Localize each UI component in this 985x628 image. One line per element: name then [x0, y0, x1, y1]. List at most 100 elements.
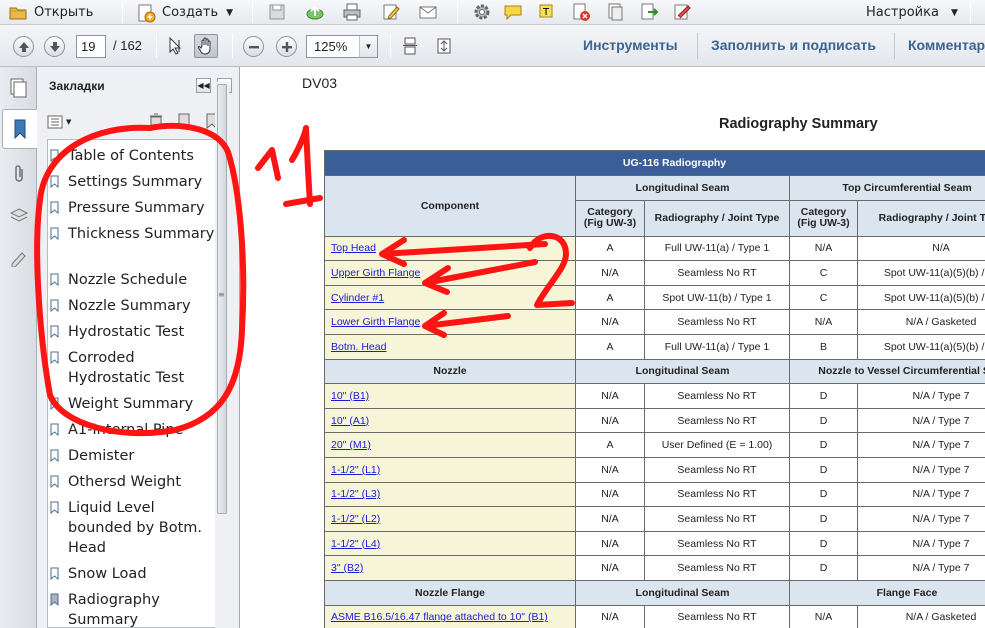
zoom-select[interactable]: 125% ▼	[306, 35, 378, 58]
bookmark-item[interactable]: Hydrostatic Test	[50, 322, 218, 342]
component-link[interactable]: 1-1/2" (L3)	[331, 488, 380, 500]
bookmark-item[interactable]: Settings Summary	[50, 172, 218, 192]
bookmark-item[interactable]: Liquid Level bounded by Botm. Head	[50, 498, 218, 558]
trash-icon	[150, 113, 162, 129]
bookmark-icon	[50, 448, 59, 463]
table-row: ASME B16.5/16.47 flange attached to 10" …	[324, 604, 985, 628]
customize-button[interactable]: Настройка ▼	[866, 2, 958, 23]
bookmark-label: Snow Load	[68, 566, 147, 582]
sign-document-icon[interactable]	[672, 2, 692, 22]
bookmark-item[interactable]: A1-Internal Pipe	[50, 420, 218, 440]
component-link[interactable]: 20" (M1)	[331, 439, 371, 451]
bookmark-item[interactable]: Pressure Summary	[50, 198, 218, 218]
select-tool-button[interactable]	[163, 34, 187, 58]
bookmark-item[interactable]: Nozzle Summary	[50, 296, 218, 316]
bookmark-item[interactable]: Snow Load	[50, 564, 218, 584]
category-cell: N/A	[575, 309, 645, 335]
edit-icon[interactable]	[381, 2, 401, 22]
bookmark-item[interactable]: Othersd Weight	[50, 472, 218, 492]
create-button[interactable]: Создать ▼	[136, 2, 233, 23]
next-page-button[interactable]	[44, 36, 65, 57]
new-bookmark-button[interactable]	[177, 113, 191, 133]
delete-bookmark-button[interactable]	[149, 113, 163, 133]
hand-tool-button[interactable]	[194, 34, 218, 58]
rt-cell: Spot UW-11(a)(5)(b) / Ty	[857, 260, 985, 286]
bookmark-label: Radiography Summary	[68, 592, 160, 628]
pages-icon	[10, 78, 27, 98]
rt-cell: Full UW-11(a) / Type 1	[644, 235, 790, 262]
open-button[interactable]: Открыть	[8, 2, 93, 23]
category-cell: D	[789, 530, 858, 557]
folder-icon	[8, 3, 28, 23]
bookmark-item[interactable]: Demister	[50, 446, 218, 466]
fit-page-button[interactable]	[432, 34, 456, 58]
page-thumbnails-button[interactable]	[8, 77, 30, 99]
component-link[interactable]: Upper Girth Flange	[331, 267, 420, 279]
save-icon[interactable]	[267, 2, 287, 22]
comment-pane-link[interactable]: Комментар	[908, 37, 985, 53]
component-link[interactable]: Top Head	[331, 242, 376, 254]
signatures-button[interactable]	[8, 247, 30, 269]
zoom-out-button[interactable]	[243, 36, 264, 57]
component-link[interactable]: 1-1/2" (L2)	[331, 513, 380, 525]
rt-cell: Seamless No RT	[644, 456, 790, 483]
extract-page-icon[interactable]	[639, 2, 659, 22]
bookmark-item[interactable]: Corroded Hydrostatic Test	[50, 348, 218, 388]
page-number-input[interactable]: 19	[76, 35, 106, 58]
new-bookmark-icon	[178, 113, 190, 130]
print-icon[interactable]	[342, 2, 362, 22]
component-link[interactable]: 10" (B1)	[331, 390, 369, 402]
component-link[interactable]: 1-1/2" (L4)	[331, 538, 380, 550]
layers-button[interactable]	[8, 205, 30, 227]
scroll-mode-button[interactable]	[398, 34, 422, 58]
tools-pane-link[interactable]: Инструменты	[583, 37, 678, 53]
list-options-icon	[47, 115, 63, 129]
layers-icon	[9, 208, 29, 222]
chevron-down-icon[interactable]: ▼	[359, 36, 377, 57]
component-link[interactable]: Botm. Head	[331, 341, 386, 353]
zoom-in-button[interactable]	[276, 36, 297, 57]
bookmark-item[interactable]: Weight Summary	[50, 394, 218, 414]
rt-cell: Seamless No RT	[644, 407, 790, 434]
attachments-button[interactable]	[8, 163, 30, 185]
component-link[interactable]: Cylinder #1	[331, 292, 384, 304]
bookmark-item[interactable]: Table of Contents	[50, 146, 218, 166]
category-cell: D	[789, 383, 858, 409]
component-link[interactable]: 1-1/2" (L1)	[331, 464, 380, 476]
gear-icon[interactable]	[472, 2, 492, 22]
delete-page-icon[interactable]	[571, 2, 591, 22]
bookmarks-scrollbar[interactable]: ≡	[215, 82, 229, 628]
table-row: Lower Girth Flange N/A Seamless No RT N/A N/…	[324, 309, 985, 335]
rt-cell: Full UW-11(a) / Type 1	[644, 333, 790, 360]
table-row: Top Head A Full UW-11(a) / Type 1 N/A N/A	[324, 235, 985, 262]
create-label: Создать	[162, 5, 219, 20]
bookmark-icon	[50, 226, 59, 241]
component-link[interactable]: ASME B16.5/16.47 flange attached to 10" …	[331, 611, 548, 623]
bookmark-item[interactable]: Thickness Summary	[50, 224, 218, 244]
component-link[interactable]: Lower Girth Flange	[331, 316, 420, 328]
previous-page-button[interactable]	[13, 36, 34, 57]
bookmarks-button[interactable]	[2, 109, 37, 149]
options-menu-button[interactable]: ▼	[47, 114, 73, 130]
text-highlight-icon[interactable]: T	[537, 2, 557, 22]
bookmark-item[interactable]: Nozzle Schedule	[50, 270, 218, 290]
comment-icon[interactable]	[503, 2, 523, 22]
bookmark-item[interactable]: Radiography Summary	[50, 590, 218, 628]
component-link[interactable]: 3" (B2)	[331, 562, 363, 574]
rt-cell: Seamless No RT	[644, 506, 790, 532]
rt-cell: N/A	[857, 235, 985, 262]
scrollbar-thumb[interactable]	[217, 84, 227, 514]
collapse-panel-button[interactable]: ◀◀	[196, 78, 211, 93]
component-link[interactable]: 10" (A1)	[331, 415, 369, 427]
rt-joint-header: Radiography / Joint Type	[857, 199, 985, 237]
email-icon[interactable]	[418, 2, 438, 22]
arrow-down-icon	[49, 41, 60, 52]
fill-sign-pane-link[interactable]: Заполнить и подписать	[711, 37, 876, 53]
svg-text:T: T	[542, 7, 550, 18]
cloud-upload-icon[interactable]	[305, 2, 325, 22]
table-row: 20" (M1) A User Defined (E = 1.00) D N/A / T…	[324, 432, 985, 458]
pages-icon[interactable]	[605, 2, 625, 22]
chevron-down-icon: ▼	[226, 7, 234, 18]
category-cell: B	[789, 333, 858, 360]
navigation-pane-strip	[0, 67, 37, 628]
